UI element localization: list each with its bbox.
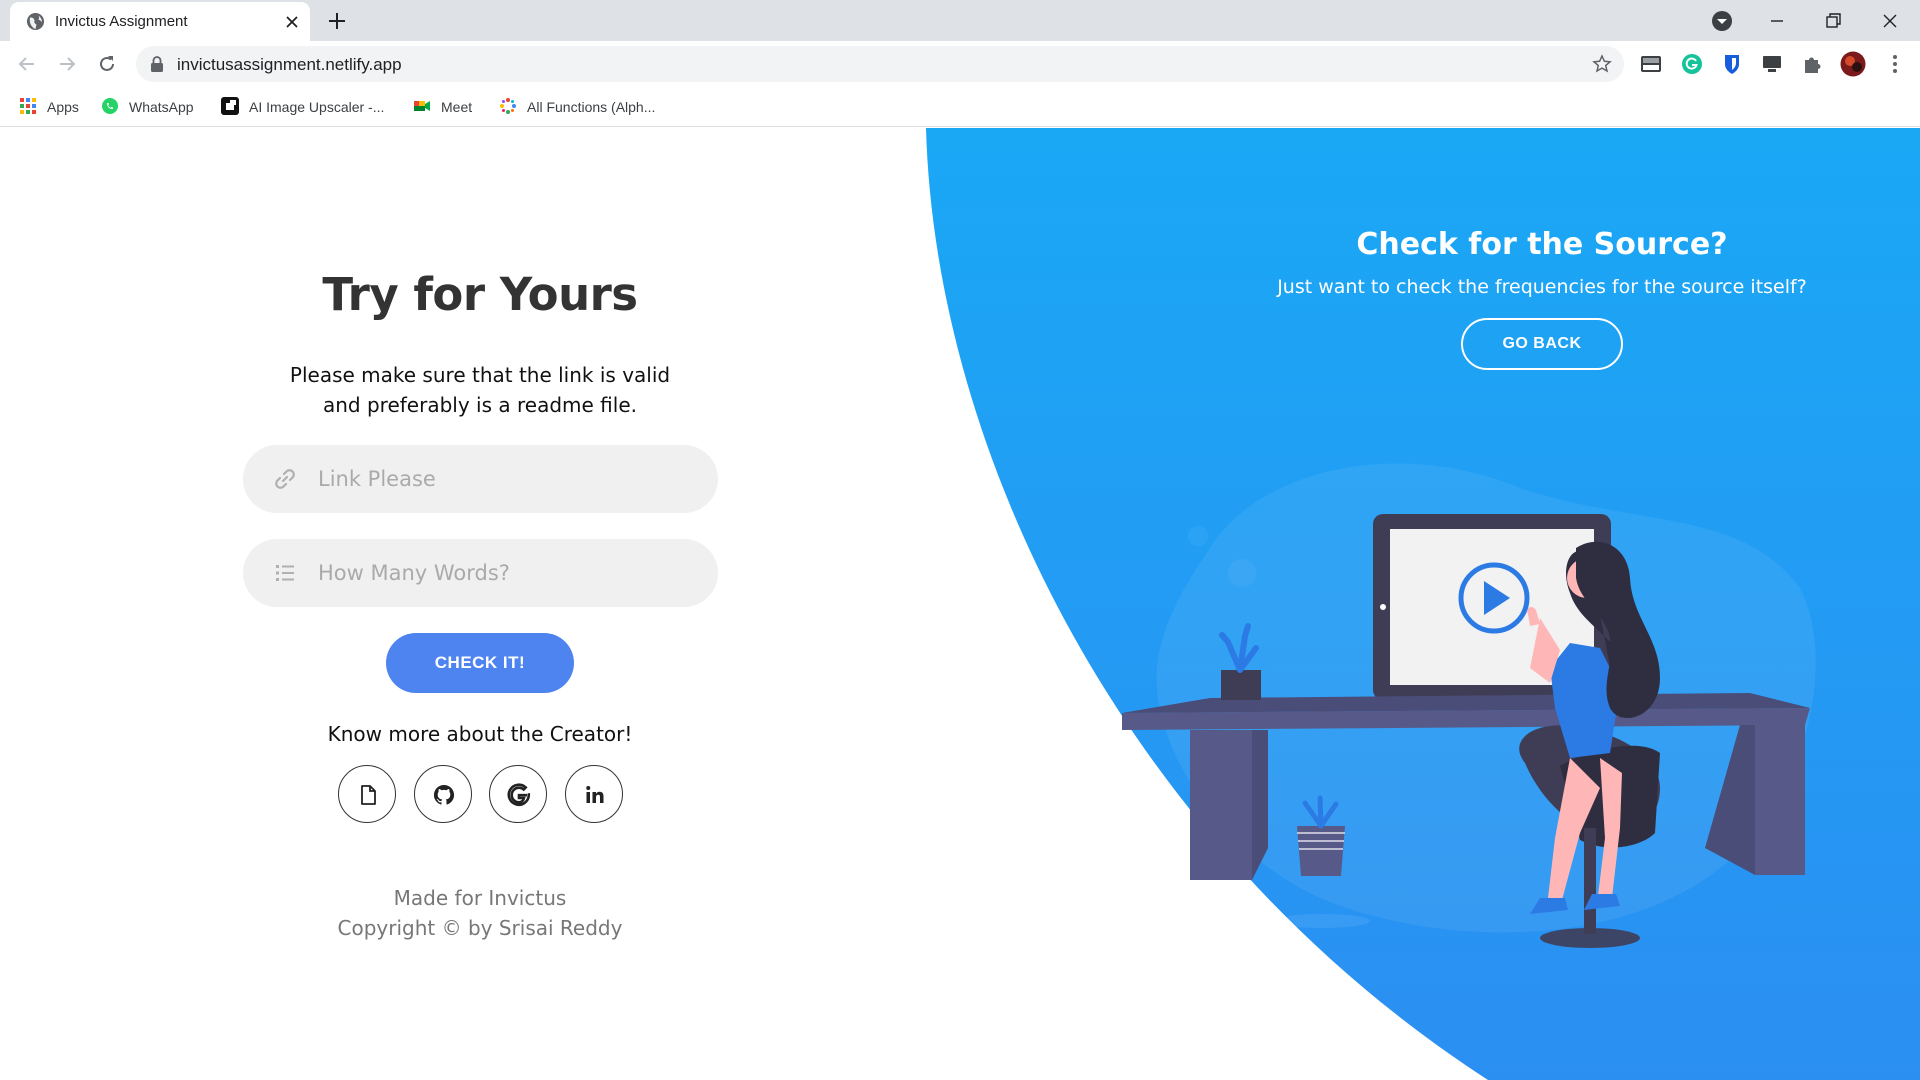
page-content: Try for Yours Please make sure that the … [0, 128, 1920, 1080]
lock-icon[interactable] [150, 56, 164, 72]
panel-subtitle: Just want to check the frequencies for t… [1277, 276, 1807, 298]
forward-icon[interactable] [56, 53, 78, 75]
restore-icon[interactable] [1820, 8, 1846, 34]
google-icon [507, 783, 531, 807]
minimize-icon[interactable] [1764, 8, 1790, 34]
bookmark-label: AI Image Upscaler -... [249, 99, 385, 115]
close-window-icon[interactable] [1877, 8, 1903, 34]
upscaler-icon [221, 97, 239, 115]
list-icon [276, 565, 294, 581]
link-input[interactable] [318, 459, 688, 499]
creator-prompt: Know more about the Creator! [327, 722, 633, 746]
bitwarden-icon[interactable] [1721, 53, 1743, 75]
footer-copyright: Copyright © by Srisai Reddy [337, 916, 623, 940]
meet-icon [414, 101, 430, 111]
reload-icon[interactable] [96, 53, 118, 75]
new-tab-icon[interactable] [325, 9, 349, 33]
instruction-line: Please make sure that the link is valid [289, 363, 671, 387]
form-section: Try for Yours Please make sure that the … [0, 128, 960, 1080]
browser-tab[interactable]: Invictus Assignment [10, 2, 310, 41]
document-icon [361, 785, 376, 805]
words-field[interactable] [243, 539, 718, 607]
address-bar[interactable]: invictusassignment.netlify.app [136, 46, 1624, 82]
screen-extension-icon[interactable] [1761, 53, 1783, 75]
url-text: invictusassignment.netlify.app [177, 55, 402, 74]
panel-title: Check for the Source? [1356, 227, 1728, 262]
bookmark-label: Apps [47, 99, 79, 115]
news-extension-icon[interactable] [1640, 53, 1662, 75]
linkedin-icon [586, 786, 604, 803]
close-tab-icon[interactable] [282, 12, 302, 32]
bookmark-star-icon[interactable] [1592, 54, 1612, 74]
link-icon [275, 469, 295, 489]
tab-title: Invictus Assignment [55, 13, 188, 30]
back-icon[interactable] [16, 53, 38, 75]
link-field[interactable] [243, 445, 718, 513]
whatsapp-icon [102, 98, 118, 114]
tab-search-icon[interactable] [1709, 8, 1735, 34]
google-link[interactable] [489, 765, 547, 823]
grammarly-icon[interactable] [1681, 53, 1703, 75]
globe-icon [26, 12, 45, 31]
menu-kebab-icon[interactable] [1884, 53, 1906, 75]
profile-avatar-icon[interactable] [1840, 51, 1866, 77]
resume-link[interactable] [338, 765, 396, 823]
page-footer: Made for Invictus Copyright © by Srisai … [0, 883, 960, 943]
go-back-button[interactable]: GO BACK [1461, 318, 1623, 370]
functions-icon [500, 98, 516, 114]
bookmark-label: WhatsApp [129, 99, 194, 115]
github-link[interactable] [414, 765, 472, 823]
tab-strip: Invictus Assignment [0, 0, 1920, 41]
bookmark-label: Meet [441, 99, 473, 115]
bookmark-label: All Functions (Alph... [527, 99, 656, 115]
check-it-button[interactable]: CHECK IT! [386, 633, 574, 693]
browser-toolbar: invictusassignment.netlify.app [0, 41, 1920, 87]
words-input[interactable] [318, 553, 688, 593]
form-heading: Try for Yours [322, 268, 638, 321]
linkedin-link[interactable] [565, 765, 623, 823]
footer-made-for: Made for Invictus [393, 886, 567, 910]
apps-grid-icon [20, 98, 36, 114]
extensions-puzzle-icon[interactable] [1801, 53, 1823, 75]
desk-video-illustration [1122, 463, 1816, 948]
instruction-line: and preferably is a readme file. [323, 393, 637, 417]
github-icon [433, 784, 455, 805]
form-instructions: Please make sure that the link is valid … [0, 360, 960, 420]
bookmarks-bar: Apps WhatsApp AI Image Upscaler -... Mee… [0, 87, 1920, 127]
